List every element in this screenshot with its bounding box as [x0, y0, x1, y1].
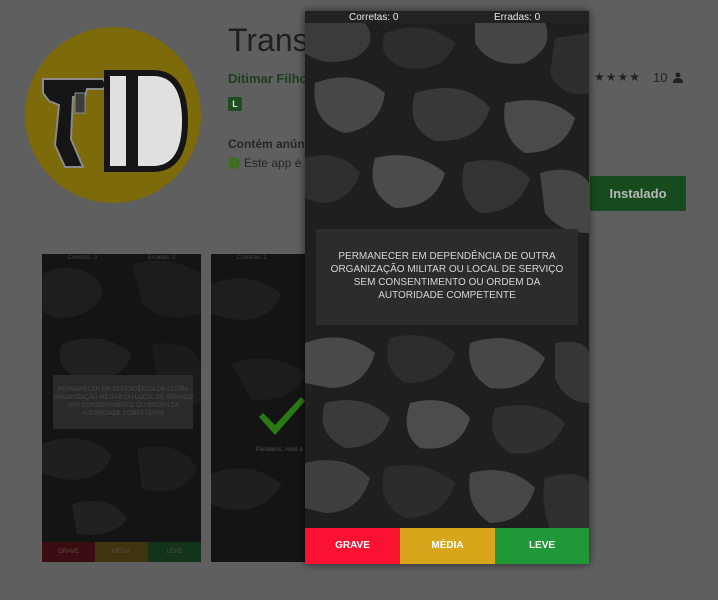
score-bar: Corretas: 0 Erradas: 0	[305, 11, 589, 23]
star-icon: ★	[617, 70, 630, 84]
screenshot-thumbnail-2[interactable]: Corretas: 1 Parabéns, você a	[211, 254, 311, 562]
contains-ads-label: Contém anún	[228, 137, 305, 151]
thumbnail-score-bar: Corretas: 0 Erradas: 0	[42, 254, 201, 262]
media-button[interactable]: MÉDIA	[400, 528, 495, 564]
info-icon: !	[228, 157, 240, 169]
thumbnail-question-card: PERMANECER EM DEPENDÊNCIA DE OUTRA ORGAN…	[53, 375, 193, 429]
leve-button[interactable]: LEVE	[495, 528, 589, 564]
thumbnail-correct-count: Corretas: 1	[237, 255, 267, 261]
review-count: 10	[653, 70, 668, 85]
developer-link[interactable]: Ditimar Filho	[228, 71, 307, 86]
thumbnail-correct-count: Corretas: 0	[67, 255, 98, 261]
ads-info-text: Este app é	[244, 156, 302, 170]
thumbnail-grave-button: GRAVE	[42, 542, 95, 562]
installed-button[interactable]: Instalado	[590, 176, 686, 211]
thumbnail-score-bar: Corretas: 1	[211, 254, 311, 262]
answer-buttons: GRAVE MÉDIA LEVE	[305, 528, 589, 564]
thumbnail-congrats-text: Parabéns, você a	[256, 447, 303, 453]
thumbnail-leve-button: LEVE	[148, 542, 201, 562]
question-card: PERMANECER EM DEPENDÊNCIA DE OUTRA ORGAN…	[316, 229, 578, 325]
star-rating: ★★★★	[594, 70, 641, 84]
star-icon: ★	[594, 70, 606, 84]
screenshot-thumbnail-1[interactable]: Corretas: 0 Erradas: 0 PERMANECER EM DEP…	[42, 254, 201, 562]
star-icon: ★	[629, 70, 642, 84]
thumbnail-answer-buttons: GRAVE MÉDIA LEVE	[42, 542, 201, 562]
checkmark-icon	[259, 397, 305, 435]
grave-button[interactable]: GRAVE	[305, 528, 400, 564]
thumbnail-media-button: MÉDIA	[95, 542, 148, 562]
person-icon	[673, 72, 683, 83]
quiz-app-window: Corretas: 0 Erradas: 0 PERMANECER EM DEP…	[305, 11, 589, 564]
ads-info-row: ! Este app é	[228, 156, 301, 170]
content-rating-badge: L	[228, 97, 242, 111]
star-icon: ★	[605, 70, 618, 84]
app-logo-icon	[25, 27, 201, 203]
thumbnail-wrong-count: Erradas: 0	[147, 255, 176, 261]
